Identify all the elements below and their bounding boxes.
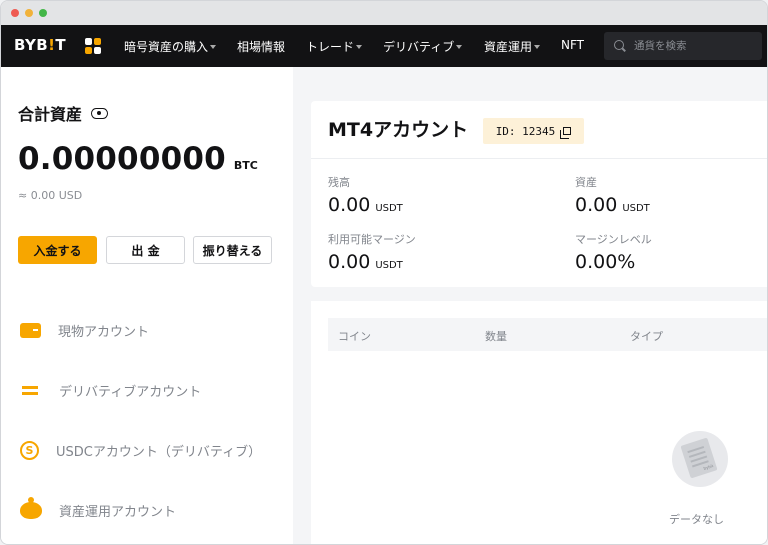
nav-item-earn[interactable]: 資産運用 [484, 38, 541, 55]
account-label: 現物アカウント [58, 324, 150, 340]
main-content: MT4アカウント ID: 12345 残高 0.00 USDT 資産 0.00 US… [293, 67, 767, 544]
total-assets-value: 0.00000000 BTC [18, 141, 258, 177]
chevron-down-icon [210, 44, 217, 49]
search-icon [614, 40, 624, 50]
app-window: BYB!T 暗号資産の購入 相場情報 トレード デリバティブ 資産運用 NFT … [0, 0, 768, 545]
metric-label: マージンレベル [575, 233, 652, 246]
usd-equivalent: ≈ 0.00 USD [18, 189, 83, 202]
chevron-down-icon [456, 44, 463, 49]
margin-level-metric: マージンレベル 0.00% [575, 231, 652, 273]
nav-item-nft[interactable]: NFT [561, 38, 584, 52]
metric-value: 0.00 [575, 194, 618, 216]
bybit-logo[interactable]: BYB!T [14, 36, 66, 54]
equity-metric: 資産 0.00 USDT [575, 174, 650, 216]
holdings-table: コイン 数量 タイプ bybit データなし [311, 301, 767, 544]
metric-unit: USDT [622, 203, 650, 214]
search-box[interactable] [604, 32, 762, 60]
account-id: ID: 12345 [495, 124, 556, 138]
apps-grid-icon[interactable] [85, 38, 102, 55]
metric-value: 0.00% [575, 251, 636, 273]
metric-value: 0.00 [328, 251, 371, 273]
balance-metric: 残高 0.00 USDT [328, 174, 403, 216]
copy-icon[interactable] [560, 127, 572, 139]
account-label: 資産運用アカウント [59, 504, 177, 520]
empty-state-text: データなし [669, 513, 724, 526]
spot-account-item[interactable]: 現物アカウント [20, 318, 149, 342]
account-label: デリバティブアカウント [59, 384, 202, 400]
btc-unit: BTC [233, 159, 258, 172]
wallet-icon [20, 322, 41, 338]
empty-icon-text: bybit [702, 463, 714, 472]
deposit-button[interactable]: 入金する [18, 236, 97, 264]
total-assets-label: 合計資産 [18, 105, 83, 124]
asset-sidebar: 合計資産 0.00000000 BTC ≈ 0.00 USD 入金する 出 金 … [1, 67, 293, 544]
close-window-button[interactable] [11, 9, 19, 17]
column-header-type: タイプ [630, 330, 663, 343]
swap-icon [20, 379, 42, 401]
mt4-account-card: MT4アカウント ID: 12345 残高 0.00 USDT 資産 0.00 US… [311, 101, 767, 287]
transfer-button[interactable]: 振り替える [193, 236, 272, 264]
metric-label: 利用可能マージン [328, 233, 416, 246]
total-assets-heading: 合計資産 [18, 101, 109, 125]
free-margin-metric: 利用可能マージン 0.00 USDT [328, 231, 416, 273]
account-label: USDCアカウント（デリバティブ） [56, 444, 262, 460]
metric-unit: USDT [375, 260, 403, 271]
nav-item-markets[interactable]: 相場情報 [237, 38, 285, 55]
page-title: MT4アカウント [328, 119, 469, 141]
column-header-coin: コイン [338, 330, 371, 343]
withdraw-button[interactable]: 出 金 [106, 236, 185, 264]
metric-value: 0.00 [328, 194, 371, 216]
maximize-window-button[interactable] [39, 9, 47, 17]
metric-unit: USDT [375, 203, 403, 214]
derivatives-account-item[interactable]: デリバティブアカウント [20, 378, 201, 402]
earn-account-item[interactable]: 資産運用アカウント [20, 496, 177, 522]
minimize-window-button[interactable] [25, 9, 33, 17]
nav-item-trade[interactable]: トレード [306, 38, 363, 55]
metric-label: 残高 [328, 176, 350, 189]
document-icon: bybit [680, 437, 718, 479]
search-input[interactable] [634, 32, 758, 60]
chevron-down-icon [534, 44, 541, 49]
divider [311, 158, 767, 159]
chevron-down-icon [356, 44, 363, 49]
btc-balance: 0.00000000 [18, 141, 226, 177]
empty-data-icon: bybit [672, 431, 728, 487]
metric-label: 資産 [575, 176, 597, 189]
piggy-bank-icon [20, 496, 42, 519]
account-id-badge[interactable]: ID: 12345 [483, 118, 584, 144]
table-header: コイン 数量 タイプ [328, 318, 767, 351]
column-header-quantity: 数量 [485, 330, 507, 343]
nav-item-derivatives[interactable]: デリバティブ [383, 38, 463, 55]
nav-item-buy-crypto[interactable]: 暗号資産の購入 [124, 38, 217, 55]
usdc-coin-icon: S [20, 440, 39, 460]
usdc-account-item[interactable]: S USDCアカウント（デリバティブ） [20, 438, 261, 462]
eye-icon[interactable] [91, 107, 109, 119]
window-titlebar [1, 1, 767, 25]
top-navigation: BYB!T 暗号資産の購入 相場情報 トレード デリバティブ 資産運用 NFT [1, 25, 767, 67]
